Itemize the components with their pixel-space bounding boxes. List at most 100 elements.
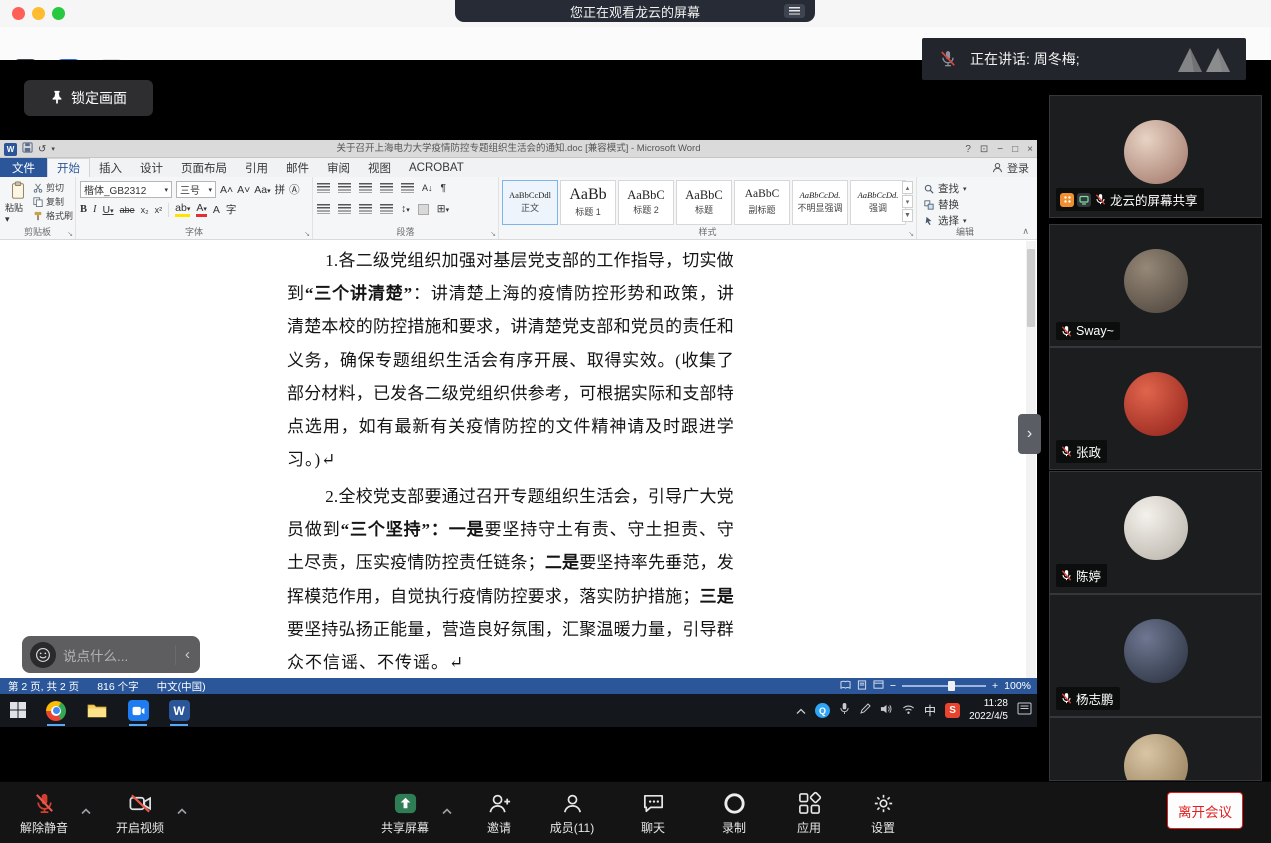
copy-button[interactable]: 复制 bbox=[33, 195, 73, 208]
word-tab-5[interactable]: 页面布局 bbox=[172, 158, 236, 177]
sogou-tray-icon[interactable]: S bbox=[945, 703, 960, 718]
apps-button[interactable]: 应用 bbox=[777, 790, 841, 836]
help-button[interactable]: ? bbox=[965, 144, 971, 155]
font-name-combo[interactable]: 楷体_GB2312▾ bbox=[80, 181, 172, 198]
word-tab-4[interactable]: 设计 bbox=[131, 158, 172, 177]
style-item[interactable]: AaBbCcDdl正文 bbox=[502, 180, 558, 225]
unmute-options-caret[interactable] bbox=[80, 802, 92, 820]
undo-icon[interactable]: ↺ bbox=[38, 144, 46, 155]
chat-quick-input[interactable]: 说点什么... ‹ bbox=[22, 636, 200, 673]
start-button[interactable] bbox=[10, 702, 26, 723]
share-screen-options-caret[interactable] bbox=[441, 802, 453, 820]
participant-tile-4[interactable]: 陈婷 bbox=[1049, 471, 1262, 594]
chat-button[interactable]: 聊天 bbox=[621, 790, 685, 836]
word-tab-9[interactable]: 视图 bbox=[359, 158, 400, 177]
word-tab-8[interactable]: 审阅 bbox=[318, 158, 359, 177]
quickaccess-caret-icon[interactable]: ▾ bbox=[51, 145, 55, 153]
clipboard-dialog-launcher[interactable]: ↘ bbox=[67, 230, 73, 238]
multilevel-list-icon[interactable] bbox=[359, 183, 372, 193]
minimize-window-button[interactable]: − bbox=[997, 144, 1003, 155]
change-case-button[interactable]: Aa▾ bbox=[254, 184, 270, 196]
styles-gallery-arrows[interactable]: ▴▾▼ bbox=[902, 181, 913, 222]
style-item[interactable]: AaBbCcDd.不明显强调 bbox=[792, 180, 848, 225]
invite-button[interactable]: 邀请 bbox=[467, 790, 531, 836]
font-size-combo[interactable]: 三号▾ bbox=[176, 181, 216, 198]
style-item[interactable]: AaBbCcDd.强调 bbox=[850, 180, 906, 225]
menu-icon[interactable] bbox=[784, 4, 805, 18]
underline-button[interactable]: U▾ bbox=[103, 204, 114, 216]
italic-button[interactable]: I bbox=[93, 204, 97, 215]
borders-icon[interactable]: ⊞▾ bbox=[437, 203, 449, 215]
word-count[interactable]: 816 个字 bbox=[97, 679, 138, 694]
explorer-taskbar-icon[interactable] bbox=[85, 694, 109, 727]
word-taskbar-icon[interactable]: W bbox=[167, 694, 191, 727]
participant-tile-3[interactable]: 张政 bbox=[1049, 347, 1262, 470]
replace-button[interactable]: 替换 bbox=[924, 197, 967, 212]
participant-tile-6[interactable] bbox=[1049, 717, 1262, 781]
web-layout-icon[interactable] bbox=[873, 680, 884, 693]
align-left-icon[interactable] bbox=[317, 204, 330, 214]
superscript-button[interactable]: x² bbox=[155, 205, 163, 215]
start-video-button[interactable]: 开启视频 bbox=[108, 790, 172, 836]
minimize-button[interactable] bbox=[32, 7, 45, 20]
meeting-taskbar-icon[interactable] bbox=[126, 694, 150, 727]
format-painter-button[interactable]: 格式刷 bbox=[33, 209, 73, 222]
style-item[interactable]: AaBbC标题 2 bbox=[618, 180, 674, 225]
word-tab-3[interactable]: 插入 bbox=[90, 158, 131, 177]
share-screen-button[interactable]: 共享屏幕 bbox=[373, 790, 437, 836]
zoom-slider[interactable] bbox=[902, 685, 986, 687]
paste-button[interactable]: 粘贴 ▾ bbox=[4, 180, 31, 226]
chrome-taskbar-icon[interactable] bbox=[44, 694, 68, 727]
word-login[interactable]: 登录 bbox=[992, 158, 1029, 177]
font-dialog-launcher[interactable]: ↘ bbox=[304, 230, 310, 238]
read-mode-icon[interactable] bbox=[840, 680, 851, 693]
justify-icon[interactable] bbox=[380, 204, 393, 214]
style-item[interactable]: AaBbC副标题 bbox=[734, 180, 790, 225]
action-center-icon[interactable] bbox=[1017, 702, 1032, 720]
strikethrough-button[interactable]: abe bbox=[120, 205, 135, 215]
zoom-level[interactable]: 100% bbox=[1004, 680, 1031, 692]
start-video-options-caret[interactable] bbox=[176, 802, 188, 820]
settings-button[interactable]: 设置 bbox=[851, 790, 915, 836]
zoom-out-button[interactable]: − bbox=[890, 680, 896, 692]
participant-tile-5[interactable]: 杨志鹏 bbox=[1049, 594, 1262, 717]
leave-meeting-button[interactable]: 离开会议 bbox=[1167, 792, 1243, 829]
document-area[interactable]: 1. 各二级党组织加强对基层党支部的工作指导，切实做到“三个讲清楚”：讲清楚上海… bbox=[0, 241, 1037, 678]
sort-icon[interactable]: A↓ bbox=[422, 183, 433, 193]
zoom-in-button[interactable]: + bbox=[992, 680, 998, 692]
emoji-icon[interactable] bbox=[30, 642, 56, 668]
speaker-tray-icon[interactable] bbox=[880, 702, 893, 720]
grow-font-button[interactable]: A˄ bbox=[220, 184, 233, 196]
ime-indicator[interactable]: 中 bbox=[924, 702, 936, 719]
taskbar-clock[interactable]: 11:28 2022/4/5 bbox=[969, 698, 1008, 723]
print-layout-icon[interactable] bbox=[857, 680, 867, 693]
close-window-button[interactable]: × bbox=[1027, 144, 1033, 155]
scrollbar-thumb[interactable] bbox=[1027, 249, 1035, 327]
pilcrow-icon[interactable]: ¶ bbox=[441, 182, 447, 194]
network-tray-icon[interactable] bbox=[902, 702, 915, 720]
align-right-icon[interactable] bbox=[359, 204, 372, 214]
collapse-chat-icon[interactable]: ‹ bbox=[183, 646, 192, 663]
style-item[interactable]: AaBbC标题 bbox=[676, 180, 732, 225]
style-item[interactable]: AaBb标题 1 bbox=[560, 180, 616, 225]
paragraph-dialog-launcher[interactable]: ↘ bbox=[490, 230, 496, 238]
enclose-characters-button[interactable]: 字 bbox=[226, 202, 237, 217]
cut-button[interactable]: 剪切 bbox=[33, 181, 73, 194]
lock-screen-button[interactable]: 锁定画面 bbox=[24, 80, 153, 116]
character-shading-button[interactable]: A bbox=[213, 204, 220, 216]
word-scrollbar[interactable] bbox=[1026, 241, 1036, 678]
maximize-window-button[interactable]: □ bbox=[1012, 144, 1018, 155]
zoom-button[interactable] bbox=[52, 7, 65, 20]
word-tab-6[interactable]: 引用 bbox=[236, 158, 277, 177]
chat-input-placeholder[interactable]: 说点什么... bbox=[63, 645, 168, 665]
members-button[interactable]: 成员(11) bbox=[540, 790, 604, 836]
zoom-slider-thumb[interactable] bbox=[948, 681, 955, 691]
word-tab-2[interactable]: 开始 bbox=[47, 158, 90, 177]
collapse-ribbon-icon[interactable]: ∧ bbox=[1022, 226, 1029, 237]
increase-indent-icon[interactable] bbox=[401, 183, 414, 193]
numbering-icon[interactable] bbox=[338, 183, 351, 193]
participant-tile-2[interactable]: Sway~ bbox=[1049, 224, 1262, 347]
save-icon[interactable] bbox=[22, 140, 33, 158]
font-color-button[interactable]: A▾ bbox=[196, 202, 207, 217]
unmute-button[interactable]: 解除静音 bbox=[12, 790, 76, 836]
